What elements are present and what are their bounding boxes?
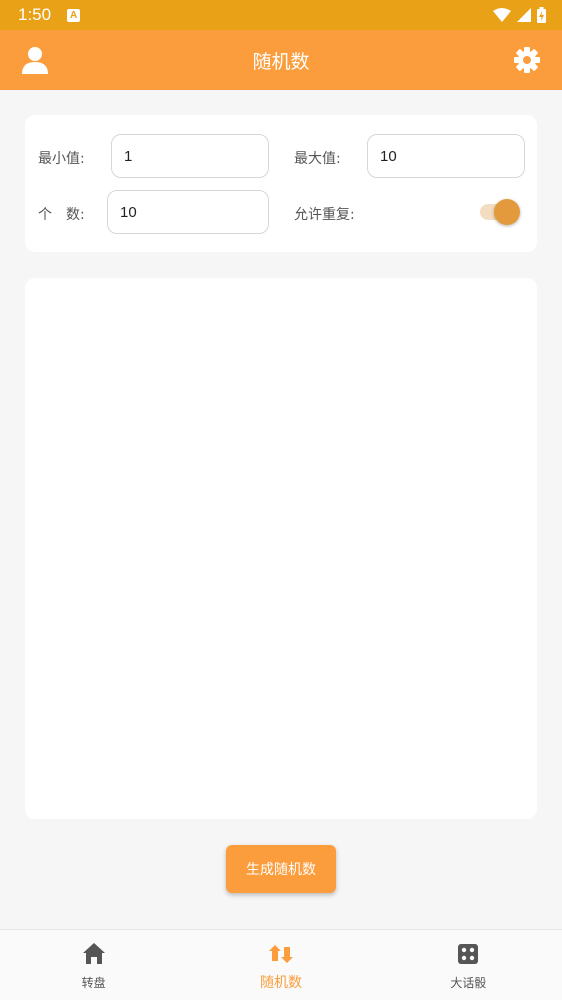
nav-label-dice: 大话骰 bbox=[450, 976, 487, 990]
signal-icon bbox=[517, 8, 531, 22]
min-label: 最小值: bbox=[38, 151, 85, 167]
status-time: 1:50 bbox=[18, 5, 52, 24]
page-title: 随机数 bbox=[252, 50, 310, 73]
allow-repeat-toggle[interactable] bbox=[478, 198, 522, 226]
status-left: 1:50 A bbox=[18, 5, 81, 25]
home-icon bbox=[82, 943, 105, 964]
nav-label-wheel: 转盘 bbox=[81, 976, 106, 990]
generate-random-button[interactable]: 生成随机数 bbox=[226, 845, 336, 893]
nav-item-wheel[interactable]: 转盘 bbox=[0, 930, 187, 1000]
count-label: 个 数: bbox=[38, 207, 85, 223]
count-input[interactable]: 10 bbox=[107, 190, 269, 234]
max-value-input[interactable]: 10 bbox=[367, 134, 525, 178]
status-icons bbox=[493, 7, 546, 23]
status-bar: 1:50 A bbox=[0, 0, 562, 30]
results-panel bbox=[25, 278, 537, 819]
user-icon[interactable] bbox=[22, 46, 48, 74]
nav-item-random[interactable]: 随机数 bbox=[187, 930, 374, 1000]
nav-item-dice[interactable]: 大话骰 bbox=[375, 930, 562, 1000]
toggle-thumb bbox=[494, 199, 520, 225]
bottom-nav: 转盘 随机数 大话骰 bbox=[0, 929, 562, 1000]
min-value-input[interactable]: 1 bbox=[111, 134, 269, 178]
battery-charging-icon bbox=[537, 7, 546, 23]
max-label: 最大值: bbox=[294, 151, 341, 167]
settings-card: 最小值: 1 最大值: 10 个 数: 10 允许重复: bbox=[25, 115, 537, 252]
app-bar: 随机数 bbox=[0, 30, 562, 90]
allow-repeat-label: 允许重复: bbox=[294, 207, 355, 223]
nav-label-random: 随机数 bbox=[259, 975, 302, 991]
gear-icon[interactable] bbox=[514, 47, 540, 73]
wifi-icon bbox=[493, 8, 511, 22]
dice-icon bbox=[458, 944, 479, 964]
swap-arrows-icon bbox=[268, 945, 293, 963]
notification-icon: A bbox=[67, 8, 81, 22]
